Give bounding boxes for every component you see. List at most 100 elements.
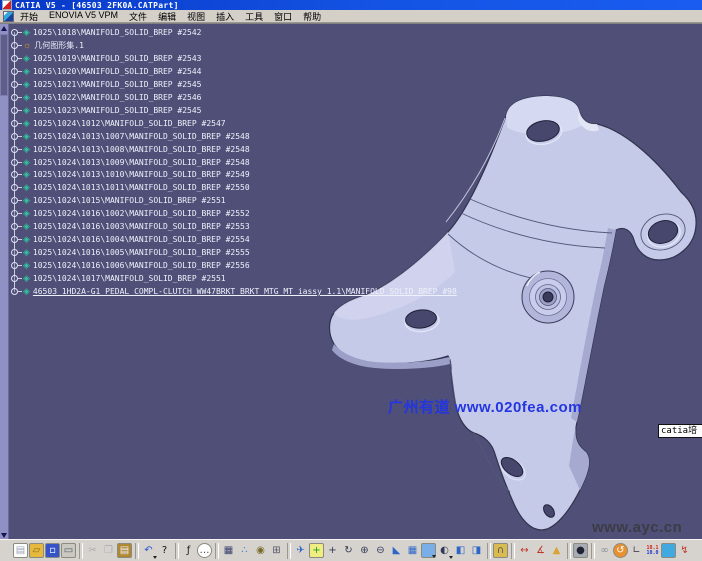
tree-item-15[interactable]: ◈1025\1024\1016\1002\MANIFOLD_SOLID_BREP… <box>0 207 250 220</box>
tree-expand-node[interactable] <box>11 107 18 114</box>
tree-scrollbar[interactable] <box>0 24 9 539</box>
update-icon[interactable]: ↺ <box>613 543 628 558</box>
product-structure-icon[interactable]: ∴ <box>237 543 252 558</box>
fly-mode-icon[interactable]: ✈ <box>293 543 308 558</box>
coordinates-icon[interactable]: 10.110.0 <box>645 543 660 558</box>
zoom-in-icon[interactable]: ⊕ <box>357 543 372 558</box>
tree-expand-node[interactable] <box>11 55 18 62</box>
menu-insert[interactable]: 插入 <box>216 10 234 23</box>
scroll-up-arrow[interactable] <box>0 24 9 33</box>
tree-item-8[interactable]: ◈1025\1024\1012\MANIFOLD_SOLID_BREP #254… <box>0 117 226 130</box>
multi-view-icon[interactable]: ▦ <box>405 543 420 558</box>
tree-item-7[interactable]: ◈1025\1023\MANIFOLD_SOLID_BREP #2545 <box>0 104 202 117</box>
axis-system-icon[interactable]: ∟ <box>629 543 644 558</box>
scrollbar-thumb[interactable] <box>0 34 8 96</box>
scroll-down-arrow[interactable] <box>0 531 9 539</box>
menu-window[interactable]: 窗口 <box>274 10 292 23</box>
menu-file[interactable]: 文件 <box>129 10 147 23</box>
tree-expand-node[interactable] <box>11 171 18 178</box>
tree-item-1[interactable]: ◈1025\1018\MANIFOLD_SOLID_BREP #2542 <box>0 26 202 39</box>
tree-expand-node[interactable] <box>11 275 18 282</box>
tree-item-14[interactable]: ◈1025\1024\1015\MANIFOLD_SOLID_BREP #255… <box>0 194 226 207</box>
part-body-box-icon[interactable] <box>661 543 676 558</box>
knowledge-icon[interactable]: ◉ <box>253 543 268 558</box>
tree-item-3[interactable]: ◈1025\1019\MANIFOLD_SOLID_BREP #2543 <box>0 52 202 65</box>
viewport-3d[interactable]: ◈1025\1018\MANIFOLD_SOLID_BREP #2542☼几何图… <box>0 23 702 539</box>
cut-icon[interactable]: ✂ <box>85 543 100 558</box>
document-icon[interactable] <box>3 11 14 22</box>
tree-item-12[interactable]: ◈1025\1024\1013\1010\MANIFOLD_SOLID_BREP… <box>0 168 250 181</box>
tree-item-18[interactable]: ◈1025\1024\1016\1005\MANIFOLD_SOLID_BREP… <box>0 246 250 259</box>
quick-view-left-icon[interactable]: ◧ <box>453 543 468 558</box>
menu-help[interactable]: 帮助 <box>303 10 321 23</box>
tree-expand-node[interactable] <box>11 68 18 75</box>
render-style-icon[interactable]: ◐ <box>437 543 452 558</box>
lock-view-icon[interactable]: ∩ <box>493 543 508 558</box>
quick-view-right-icon[interactable]: ◨ <box>469 543 484 558</box>
menu-view[interactable]: 视图 <box>187 10 205 23</box>
comment-icon[interactable]: … <box>197 543 212 558</box>
camera-icon[interactable]: ● <box>573 543 588 558</box>
tree-expand-node[interactable] <box>11 133 18 140</box>
tree-expand-node[interactable] <box>11 159 18 166</box>
tree-item-6[interactable]: ◈1025\1022\MANIFOLD_SOLID_BREP #2546 <box>0 91 202 104</box>
undo-icon[interactable]: ↶ <box>141 543 156 558</box>
title-bar[interactable]: CATIA V5 - [46503 2FK0A.CATPart] <box>0 0 702 10</box>
tree-expand-node[interactable] <box>11 184 18 191</box>
measure-between-icon[interactable]: ↔ <box>517 543 532 558</box>
menu-start[interactable]: 开始 <box>20 10 38 23</box>
menu-edit[interactable]: 编辑 <box>158 10 176 23</box>
tree-expand-node[interactable] <box>11 146 18 153</box>
tree-expand-node[interactable] <box>11 262 18 269</box>
tree-item-13[interactable]: ◈1025\1024\1013\1011\MANIFOLD_SOLID_BREP… <box>0 181 250 194</box>
tree-expand-node[interactable] <box>11 94 18 101</box>
pan-icon[interactable]: + <box>325 543 340 558</box>
mass-properties-icon[interactable]: ▲ <box>549 543 564 558</box>
tree-item-label: 1025\1024\1015\MANIFOLD_SOLID_BREP #2551 <box>33 196 226 205</box>
measure-item-icon[interactable]: ∡ <box>533 543 548 558</box>
tree-item-21[interactable]: ◈46503 1HD2A-G1 PEDAL COMPL-CLUTCH WW47B… <box>0 285 457 298</box>
tree-expand-node[interactable] <box>11 249 18 256</box>
tree-expand-node[interactable] <box>11 29 18 36</box>
save-icon[interactable]: ▫ <box>45 543 60 558</box>
tree-expand-node[interactable] <box>11 223 18 230</box>
tree-expand-node[interactable] <box>11 120 18 127</box>
menu-tools[interactable]: 工具 <box>245 10 263 23</box>
tree-expand-node[interactable] <box>11 42 18 49</box>
tree-item-16[interactable]: ◈1025\1024\1016\1003\MANIFOLD_SOLID_BREP… <box>0 220 250 233</box>
rotate-icon[interactable]: ↻ <box>341 543 356 558</box>
link-manager-icon[interactable]: ∞ <box>597 543 612 558</box>
open-folder-icon[interactable]: ▱ <box>29 543 44 558</box>
new-document-icon[interactable]: ▤ <box>13 543 28 558</box>
tree-item-19[interactable]: ◈1025\1024\1016\1006\MANIFOLD_SOLID_BREP… <box>0 259 250 272</box>
tree-expand-node[interactable] <box>11 197 18 204</box>
zoom-out-icon[interactable]: ⊖ <box>373 543 388 558</box>
dropdown-arrow-icon[interactable] <box>432 555 436 558</box>
tree-item-label: 1025\1024\1016\1003\MANIFOLD_SOLID_BREP … <box>33 222 250 231</box>
normal-view-icon[interactable]: ◣ <box>389 543 404 558</box>
tree-item-20[interactable]: ◈1025\1024\1017\MANIFOLD_SOLID_BREP #255… <box>0 272 226 285</box>
tree-expand-node[interactable] <box>11 288 18 295</box>
fit-all-in-icon[interactable]: + <box>309 543 324 558</box>
tree-expand-node[interactable] <box>11 81 18 88</box>
tree-item-5[interactable]: ◈1025\1021\MANIFOLD_SOLID_BREP #2545 <box>0 78 202 91</box>
tree-item-17[interactable]: ◈1025\1024\1016\1004\MANIFOLD_SOLID_BREP… <box>0 233 250 246</box>
tree-expand-node[interactable] <box>11 236 18 243</box>
whats-this-icon[interactable]: ? <box>157 543 172 558</box>
tree-item-9[interactable]: ◈1025\1024\1013\1007\MANIFOLD_SOLID_BREP… <box>0 130 250 143</box>
tree-expand-node[interactable] <box>11 210 18 217</box>
graph-tree-icon[interactable]: ⊞ <box>269 543 284 558</box>
iso-view-icon[interactable] <box>421 543 436 558</box>
tree-item-11[interactable]: ◈1025\1024\1013\1009\MANIFOLD_SOLID_BREP… <box>0 156 250 169</box>
paste-icon[interactable]: ▤ <box>117 543 132 558</box>
copy-icon[interactable]: ❐ <box>101 543 116 558</box>
interference-icon[interactable]: ↯ <box>677 543 692 558</box>
tree-item-2[interactable]: ☼几何图形集.1 <box>0 39 84 52</box>
formula-icon[interactable]: ƒ <box>181 543 196 558</box>
tree-item-10[interactable]: ◈1025\1024\1013\1008\MANIFOLD_SOLID_BREP… <box>0 143 250 156</box>
app-icon[interactable] <box>2 0 12 10</box>
tree-item-4[interactable]: ◈1025\1020\MANIFOLD_SOLID_BREP #2544 <box>0 65 202 78</box>
design-table-icon[interactable]: ▦ <box>221 543 236 558</box>
menu-enovia-v5-vpm[interactable]: ENOVIA V5 VPM <box>49 10 118 23</box>
print-icon[interactable]: ▭ <box>61 543 76 558</box>
